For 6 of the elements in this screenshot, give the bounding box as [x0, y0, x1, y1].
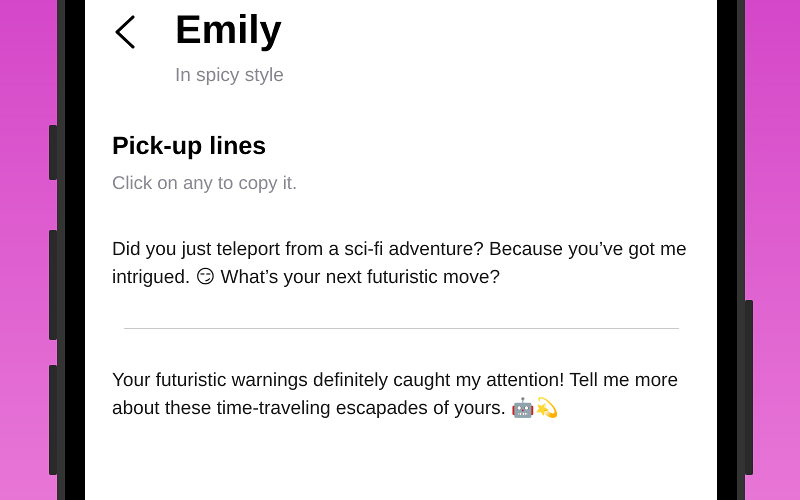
style-subtitle: In spicy style: [175, 64, 284, 88]
pickup-line[interactable]: Your futuristic warnings definitely caught my attention! Tell me more about these time-traveling escapades of yours. 🤖💫: [112, 367, 691, 424]
section-title: Pick-up lines: [112, 130, 268, 160]
section-hint: Click on any to copy it.: [112, 170, 298, 195]
contact-name: Emily: [175, 10, 283, 50]
pickup-line[interactable]: Did you just teleport from a sci-fi adventure? Because you’ve got me intrigued. 😏 What’s your next futuristic move?: [112, 236, 691, 292]
